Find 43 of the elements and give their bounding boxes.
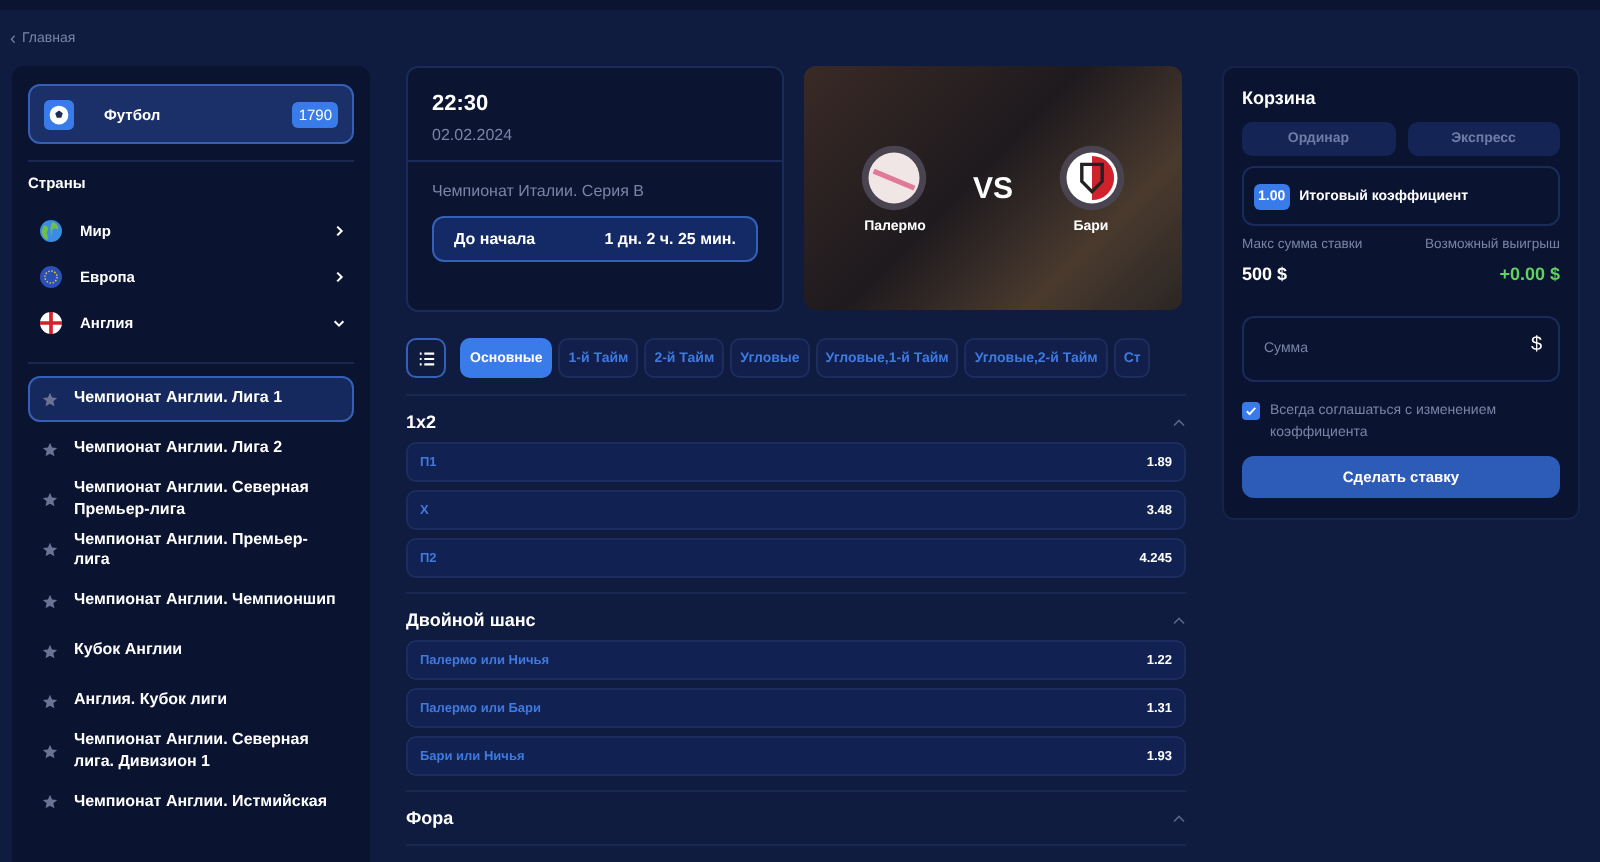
league-item[interactable]: Кубок Англии: [28, 628, 354, 675]
possible-win-value: +0.00 $: [1499, 264, 1560, 284]
market-title: Фора: [406, 808, 454, 828]
league-item[interactable]: Чемпионат Англии. Истмийская: [28, 779, 354, 826]
league-item[interactable]: Чемпионат Англии. Лига 1: [28, 376, 354, 422]
soccer-ball-icon: [44, 99, 74, 129]
star-icon[interactable]: [42, 743, 58, 760]
back-chevron-icon[interactable]: ‹: [10, 29, 16, 47]
league-item[interactable]: Чемпионат Англии. Северная Премьер-лига: [28, 476, 354, 524]
countdown-box: До начала 1 дн. 2 ч. 25 мин.: [432, 216, 758, 262]
list-icon: [417, 349, 435, 367]
league-item[interactable]: Англия. Кубок лиги: [28, 678, 354, 725]
versus-label: VS: [972, 171, 1013, 205]
match-time: 22:30: [432, 92, 491, 116]
star-icon[interactable]: [42, 693, 58, 710]
match-date: 02.02.2024: [432, 126, 515, 144]
star-icon[interactable]: [42, 542, 58, 559]
eu-flag-icon: [40, 266, 62, 288]
globe-icon: [40, 220, 62, 242]
list-view-button[interactable]: [406, 338, 446, 378]
chevron-up-icon[interactable]: [1172, 417, 1186, 427]
league-item[interactable]: Чемпионат Англии. Северная лига. Дивизион 1: [28, 728, 354, 776]
star-icon[interactable]: [42, 491, 58, 508]
chevron-up-icon[interactable]: [1172, 813, 1186, 823]
team-crest-icon: [860, 143, 929, 211]
league-name: Чемпионат Италии. Серия B: [432, 182, 646, 200]
bet-slip-title: Корзина: [1242, 88, 1318, 108]
league-item[interactable]: Чемпионат Англии. Чемпионшип: [28, 578, 354, 625]
chevron-up-icon[interactable]: [1172, 615, 1186, 625]
star-icon[interactable]: [42, 593, 58, 610]
currency-sign: $: [1530, 336, 1542, 356]
star-icon[interactable]: [42, 391, 58, 407]
star-icon[interactable]: [42, 794, 58, 811]
market-title: 1x2: [406, 412, 437, 432]
checkbox[interactable]: [1242, 402, 1260, 420]
max-stake-value: 500 $: [1242, 264, 1290, 284]
league-item[interactable]: Чемпионат Англии. Премьер-лига: [28, 527, 354, 575]
market-title: Двойной шанс: [406, 610, 536, 630]
league-item[interactable]: Чемпионат Англии. Лига 2: [28, 426, 354, 472]
star-icon[interactable]: [42, 643, 58, 660]
england-flag-icon: [40, 312, 62, 334]
team-crest-icon: [1057, 143, 1125, 211]
star-icon[interactable]: [42, 441, 58, 457]
